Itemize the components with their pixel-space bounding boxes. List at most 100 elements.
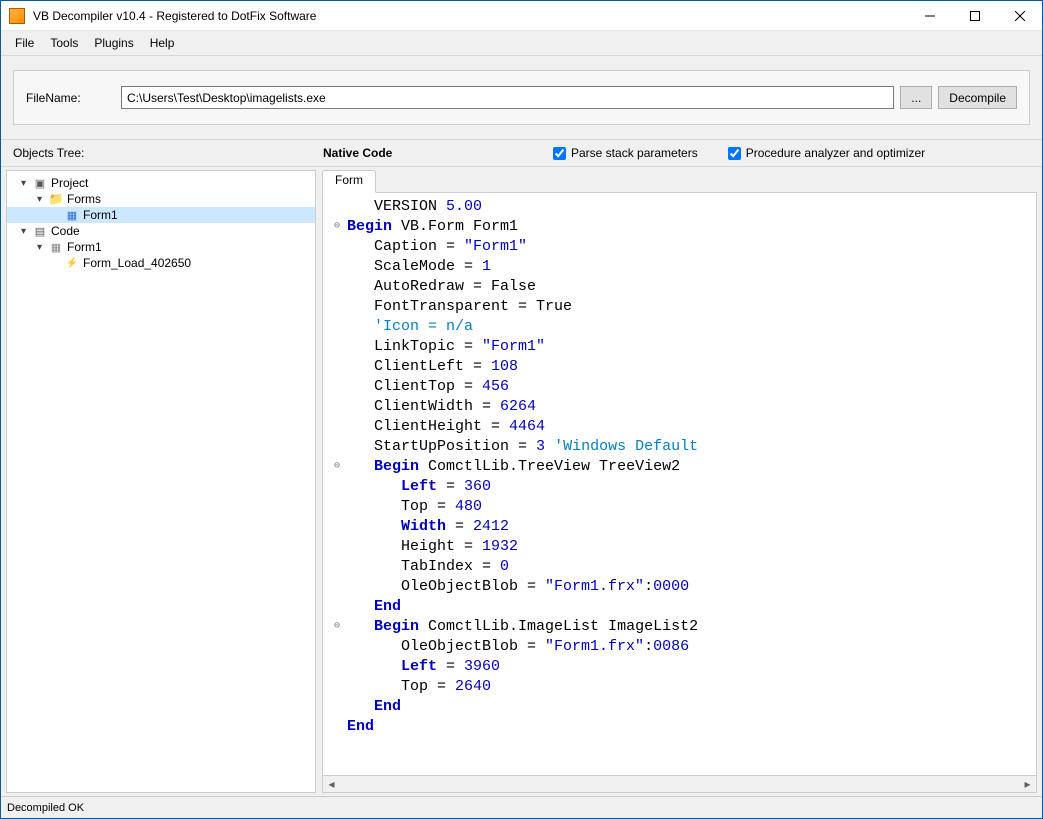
- code-line[interactable]: OleObjectBlob = "Form1.frx":0086: [327, 637, 1036, 657]
- tree-node-project[interactable]: ▾ Project: [7, 175, 315, 191]
- fold-gutter: [327, 357, 347, 377]
- code-line[interactable]: 'Icon = n/a: [327, 317, 1036, 337]
- fold-gutter: [327, 677, 347, 697]
- fold-gutter: [327, 417, 347, 437]
- code-line[interactable]: Left = 3960: [327, 657, 1036, 677]
- code-line[interactable]: ClientHeight = 4464: [327, 417, 1036, 437]
- code-line[interactable]: Top = 480: [327, 497, 1036, 517]
- code-line[interactable]: OleObjectBlob = "Form1.frx":0000: [327, 577, 1036, 597]
- code-line[interactable]: Left = 360: [327, 477, 1036, 497]
- header-row: Objects Tree: Native Code Parse stack pa…: [1, 139, 1042, 167]
- menu-plugins[interactable]: Plugins: [86, 33, 141, 53]
- expand-icon[interactable]: ▾: [18, 226, 29, 237]
- code-line[interactable]: ⊖Begin VB.Form Form1: [327, 217, 1036, 237]
- minimize-button[interactable]: [907, 1, 952, 30]
- tree-node-code[interactable]: ▾ Code: [7, 223, 315, 239]
- fold-gutter[interactable]: ⊖: [327, 457, 347, 477]
- parse-stack-checkbox-input[interactable]: [553, 147, 566, 160]
- filename-input[interactable]: [121, 86, 894, 109]
- fold-gutter: [327, 437, 347, 457]
- form-icon: [48, 240, 64, 254]
- window-title: VB Decompiler v10.4 - Registered to DotF…: [33, 9, 907, 23]
- code-line[interactable]: End: [327, 717, 1036, 737]
- code-line[interactable]: ClientTop = 456: [327, 377, 1036, 397]
- tree-node-forms[interactable]: ▾ Forms: [7, 191, 315, 207]
- project-icon: [32, 176, 48, 190]
- status-bar: Decompiled OK: [1, 796, 1042, 818]
- fold-gutter: [327, 537, 347, 557]
- maximize-button[interactable]: [952, 1, 997, 30]
- objects-tree[interactable]: ▾ Project ▾ Forms: [6, 170, 316, 793]
- expand-icon[interactable]: ▾: [34, 194, 45, 205]
- browse-button[interactable]: ...: [900, 86, 932, 109]
- tab-bar: Form: [322, 170, 1037, 192]
- form-icon: [64, 208, 80, 222]
- fold-gutter: [327, 557, 347, 577]
- fold-gutter: [327, 517, 347, 537]
- code-line[interactable]: ScaleMode = 1: [327, 257, 1036, 277]
- fold-gutter: [327, 337, 347, 357]
- code-line[interactable]: TabIndex = 0: [327, 557, 1036, 577]
- code-icon: [32, 224, 48, 238]
- horizontal-scrollbar[interactable]: ◂ ▸: [322, 776, 1037, 793]
- objects-tree-label: Objects Tree:: [13, 146, 323, 160]
- app-window: VB Decompiler v10.4 - Registered to DotF…: [0, 0, 1043, 819]
- titlebar[interactable]: VB Decompiler v10.4 - Registered to DotF…: [1, 1, 1042, 31]
- fold-gutter: [327, 657, 347, 677]
- expand-icon[interactable]: ▾: [34, 242, 45, 253]
- code-line[interactable]: FontTransparent = True: [327, 297, 1036, 317]
- fold-gutter[interactable]: ⊖: [327, 217, 347, 237]
- code-line[interactable]: Caption = "Form1": [327, 237, 1036, 257]
- code-line[interactable]: VERSION 5.00: [327, 197, 1036, 217]
- expand-icon[interactable]: ▾: [18, 178, 29, 189]
- fold-gutter: [327, 197, 347, 217]
- code-line[interactable]: LinkTopic = "Form1": [327, 337, 1036, 357]
- status-text: Decompiled OK: [7, 802, 84, 814]
- fold-gutter: [327, 377, 347, 397]
- decompile-button[interactable]: Decompile: [938, 86, 1017, 109]
- fold-gutter: [327, 577, 347, 597]
- fold-gutter: [327, 297, 347, 317]
- scroll-right-icon[interactable]: ▸: [1019, 776, 1036, 792]
- menu-help[interactable]: Help: [142, 33, 183, 53]
- filename-label: FileName:: [26, 91, 121, 105]
- function-icon: [64, 256, 80, 270]
- menubar: File Tools Plugins Help: [1, 31, 1042, 56]
- fold-gutter: [327, 397, 347, 417]
- fold-gutter: [327, 697, 347, 717]
- tab-form[interactable]: Form: [322, 170, 376, 193]
- tree-node-code-form1[interactable]: ▾ Form1: [7, 239, 315, 255]
- fold-gutter: [327, 717, 347, 737]
- tree-node-form1[interactable]: ▾ Form1: [7, 207, 315, 223]
- file-panel: FileName: ... Decompile: [1, 56, 1042, 139]
- fold-gutter: [327, 597, 347, 617]
- code-line[interactable]: StartUpPosition = 3 'Windows Default: [327, 437, 1036, 457]
- scroll-left-icon[interactable]: ◂: [323, 776, 340, 792]
- tree-node-formload[interactable]: ▾ Form_Load_402650: [7, 255, 315, 271]
- fold-gutter: [327, 237, 347, 257]
- code-pane: Form VERSION 5.00⊖Begin VB.Form Form1 Ca…: [322, 170, 1037, 793]
- code-line[interactable]: AutoRedraw = False: [327, 277, 1036, 297]
- folder-icon: [48, 192, 64, 206]
- code-line[interactable]: Width = 2412: [327, 517, 1036, 537]
- code-line[interactable]: ClientLeft = 108: [327, 357, 1036, 377]
- code-line[interactable]: ⊖ Begin ComctlLib.TreeView TreeView2: [327, 457, 1036, 477]
- code-line[interactable]: Top = 2640: [327, 677, 1036, 697]
- app-icon: [9, 8, 25, 24]
- parse-stack-checkbox[interactable]: Parse stack parameters: [553, 146, 698, 160]
- menu-file[interactable]: File: [7, 33, 42, 53]
- fold-gutter: [327, 257, 347, 277]
- fold-gutter[interactable]: ⊖: [327, 617, 347, 637]
- code-line[interactable]: ⊖ Begin ComctlLib.ImageList ImageList2: [327, 617, 1036, 637]
- code-line[interactable]: ClientWidth = 6264: [327, 397, 1036, 417]
- proc-analyzer-checkbox[interactable]: Procedure analyzer and optimizer: [728, 146, 925, 160]
- close-button[interactable]: [997, 1, 1042, 30]
- code-editor[interactable]: VERSION 5.00⊖Begin VB.Form Form1 Caption…: [322, 192, 1037, 776]
- native-code-label: Native Code: [323, 146, 553, 160]
- fold-gutter: [327, 317, 347, 337]
- code-line[interactable]: End: [327, 597, 1036, 617]
- proc-analyzer-checkbox-input[interactable]: [728, 147, 741, 160]
- code-line[interactable]: End: [327, 697, 1036, 717]
- menu-tools[interactable]: Tools: [42, 33, 86, 53]
- code-line[interactable]: Height = 1932: [327, 537, 1036, 557]
